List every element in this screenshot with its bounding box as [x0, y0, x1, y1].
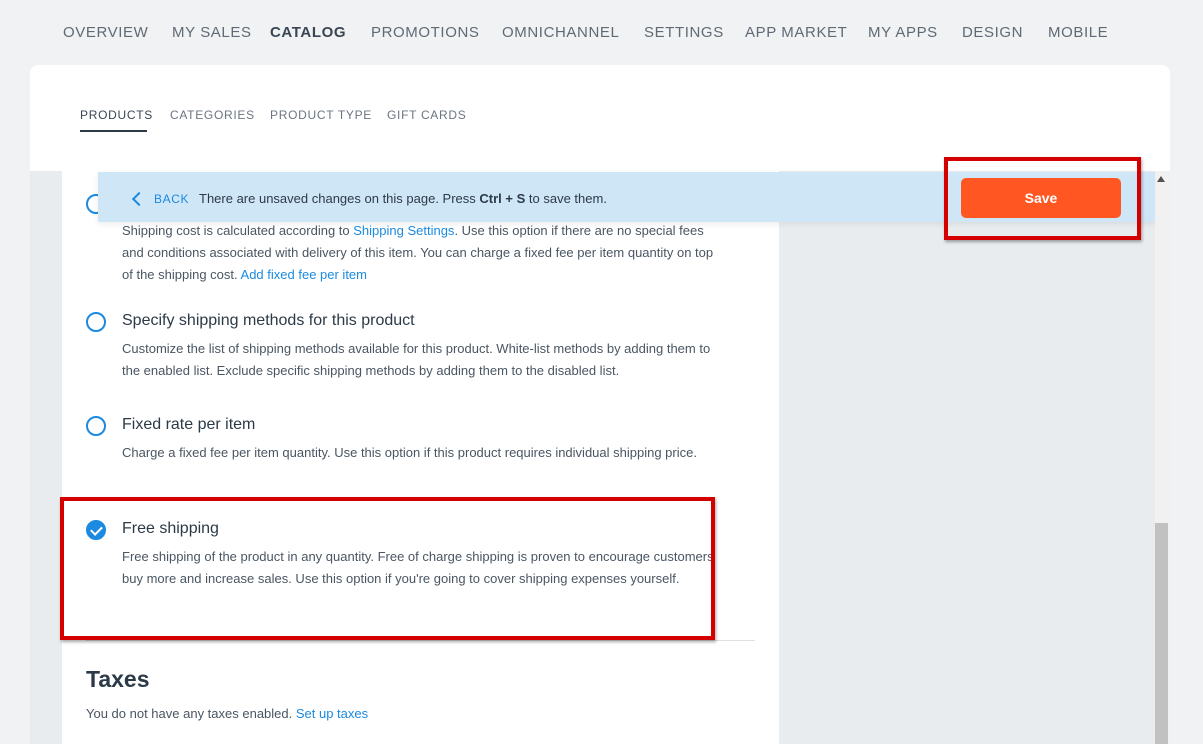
- tab-products[interactable]: PRODUCTS: [80, 108, 153, 122]
- tab-categories[interactable]: CATEGORIES: [170, 108, 255, 122]
- section-divider: [86, 640, 755, 641]
- top-nav: OVERVIEW MY SALES CATALOG PROMOTIONS OMN…: [0, 0, 1203, 66]
- nav-mobile[interactable]: MOBILE: [1048, 24, 1108, 41]
- chevron-left-icon: [131, 191, 147, 207]
- nav-promotions[interactable]: PROMOTIONS: [371, 24, 480, 41]
- tab-gift-cards[interactable]: GIFT CARDS: [387, 108, 466, 122]
- back-button[interactable]: BACK: [130, 189, 189, 209]
- unsaved-message-suffix: to save them.: [525, 191, 607, 206]
- nav-design[interactable]: DESIGN: [962, 24, 1023, 41]
- shipping-option-fixed-rate-radio[interactable]: [86, 416, 106, 436]
- shipping-option-fixed-rate-title[interactable]: Fixed rate per item: [122, 416, 255, 434]
- taxes-desc-text: You do not have any taxes enabled.: [86, 706, 296, 721]
- shipping-settings-link[interactable]: Shipping Settings: [353, 223, 454, 238]
- nav-my-sales[interactable]: MY SALES: [172, 24, 252, 41]
- save-button[interactable]: Save: [961, 178, 1121, 218]
- nav-omnichannel[interactable]: OMNICHANNEL: [502, 24, 619, 41]
- scroll-up-arrow-icon[interactable]: [1157, 176, 1165, 182]
- unsaved-message-prefix: There are unsaved changes on this page. …: [199, 191, 480, 206]
- shipping-option-methods-desc: Customize the list of shipping methods a…: [122, 341, 711, 378]
- shipping-option-default-desc: Shipping cost is calculated according to…: [122, 220, 722, 286]
- add-fixed-fee-link[interactable]: Add fixed fee per item: [241, 267, 367, 282]
- nav-app-market[interactable]: APP MARKET: [745, 24, 847, 41]
- back-label: BACK: [154, 192, 190, 206]
- shipping-option-methods-radio[interactable]: [86, 312, 106, 332]
- active-tab-underline: [80, 130, 147, 132]
- shipping-option-free-desc: Free shipping of the product in any quan…: [122, 549, 714, 586]
- shipping-option-free-title[interactable]: Free shipping: [122, 520, 219, 538]
- nav-catalog[interactable]: CATALOG: [270, 24, 346, 41]
- nav-settings[interactable]: SETTINGS: [644, 24, 724, 41]
- right-panel: [779, 171, 1155, 744]
- scrollbar-thumb[interactable]: [1155, 523, 1168, 744]
- shortcut-hint: Ctrl + S: [479, 191, 526, 206]
- shipping-option-free-radio[interactable]: [86, 520, 106, 540]
- tab-product-type[interactable]: PRODUCT TYPE: [270, 108, 372, 122]
- unsaved-message: There are unsaved changes on this page. …: [199, 191, 607, 206]
- nav-my-apps[interactable]: MY APPS: [868, 24, 938, 41]
- shipping-option-methods-title[interactable]: Specify shipping methods for this produc…: [122, 312, 415, 330]
- set-up-taxes-link[interactable]: Set up taxes: [296, 706, 368, 721]
- shipping-option-fixed-rate-desc: Charge a fixed fee per item quantity. Us…: [122, 445, 697, 460]
- taxes-desc: You do not have any taxes enabled. Set u…: [86, 706, 368, 721]
- nav-overview[interactable]: OVERVIEW: [63, 24, 148, 41]
- desc-text: Shipping cost is calculated according to: [122, 223, 354, 238]
- taxes-heading: Taxes: [86, 666, 150, 692]
- catalog-sub-tabs: PRODUCTS CATEGORIES PRODUCT TYPE GIFT CA…: [30, 65, 1170, 171]
